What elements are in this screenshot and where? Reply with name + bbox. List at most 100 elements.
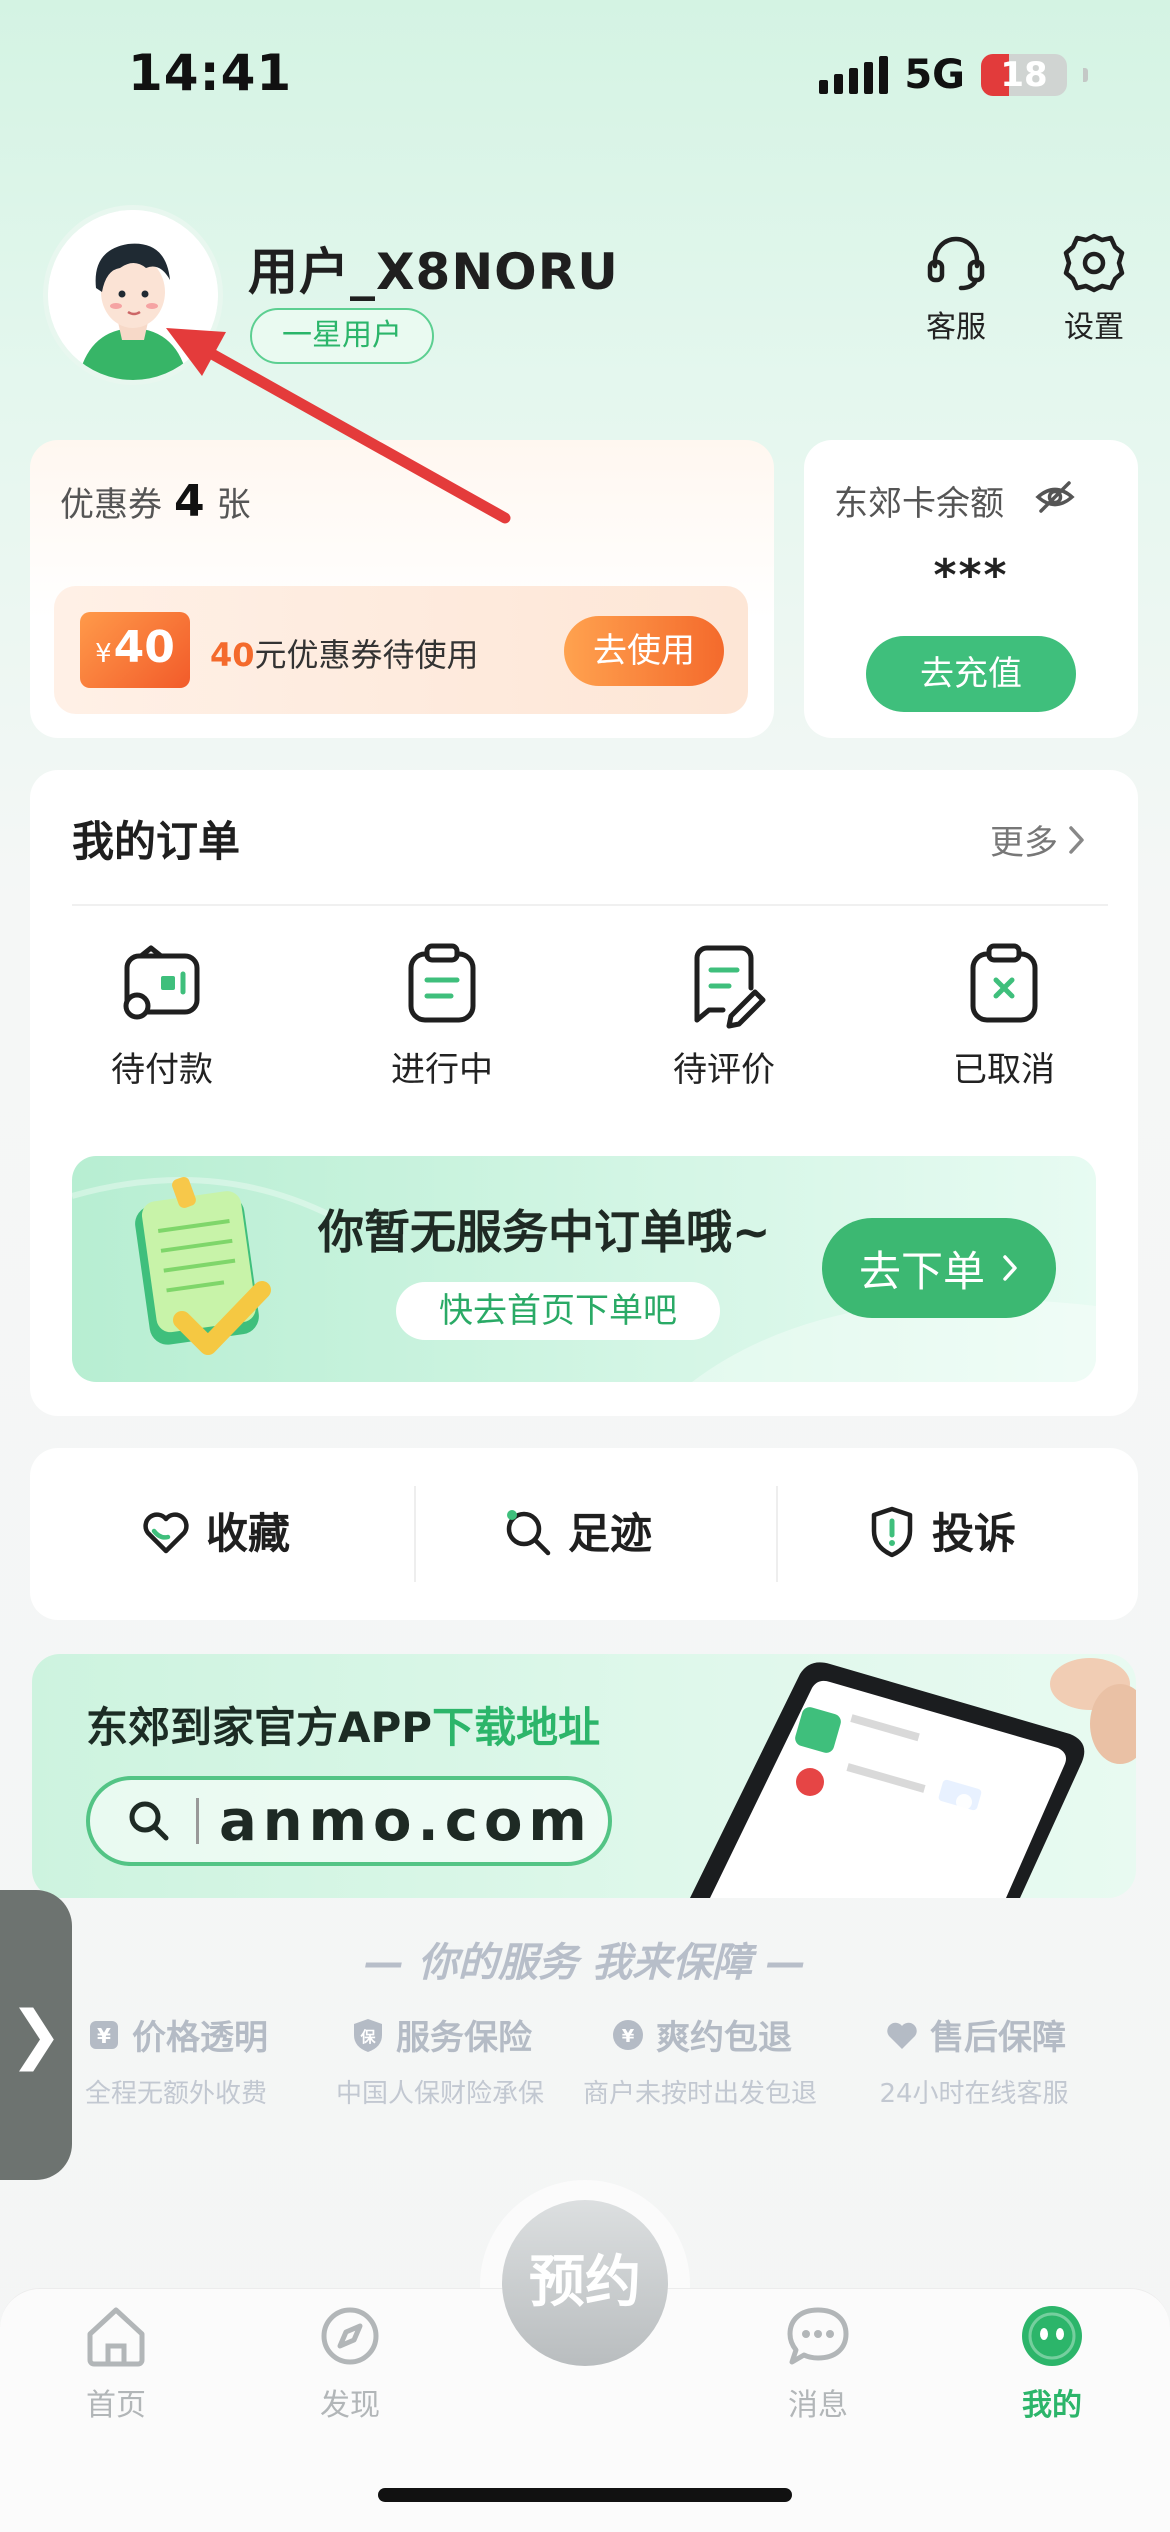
price-tag-icon: ¥ bbox=[90, 2020, 118, 2049]
home-indicator bbox=[378, 2488, 792, 2502]
balance-value: *** bbox=[933, 550, 1009, 601]
home-icon bbox=[87, 2307, 145, 2367]
compass-icon bbox=[321, 2307, 379, 2365]
nav-home[interactable]: 首页 bbox=[56, 2300, 176, 2424]
app-banner-title-highlight: 下载地址 bbox=[432, 1703, 601, 1752]
svg-text:¥: ¥ bbox=[622, 2026, 635, 2047]
heart-icon bbox=[143, 1511, 189, 1553]
order-in-progress[interactable]: 进行中 bbox=[342, 940, 542, 1091]
status-time: 14:41 bbox=[128, 44, 293, 102]
customer-service-label: 客服 bbox=[926, 310, 986, 345]
history-button[interactable]: 足迹 bbox=[500, 1500, 652, 1561]
coupon-desc-text: 元优惠券待使用 bbox=[254, 636, 479, 674]
order-pending-label: 待付款 bbox=[111, 1050, 213, 1090]
orders-more-link[interactable]: 更多 bbox=[990, 815, 1088, 864]
profile-face-icon bbox=[1022, 2306, 1082, 2366]
coupon-count: 4 bbox=[174, 476, 205, 527]
phone-mockup-illustration bbox=[690, 1658, 1136, 1898]
guarantee-item: ¥ 爽约包退 商户未按时出发包退 bbox=[570, 2010, 830, 2110]
guarantee-item: 售后保障 24小时在线客服 bbox=[844, 2010, 1104, 2110]
clipboard-icon bbox=[408, 943, 476, 1023]
favorites-label: 收藏 bbox=[206, 1509, 291, 1558]
coupon-desc-amount: 40 bbox=[210, 636, 255, 674]
complaint-button[interactable]: 投诉 bbox=[864, 1500, 1016, 1561]
chevron-right-icon bbox=[1069, 825, 1084, 854]
order-pending-payment[interactable]: 待付款 bbox=[62, 940, 262, 1091]
refund-coin-icon: ¥ bbox=[613, 2019, 643, 2050]
customer-service-button[interactable]: 客服 bbox=[906, 230, 1006, 346]
nav-messages[interactable]: 消息 bbox=[758, 2300, 878, 2424]
chat-bubble-icon bbox=[787, 2307, 849, 2365]
order-cancelled[interactable]: 已取消 bbox=[904, 940, 1104, 1091]
coupon-currency: ¥ bbox=[95, 639, 112, 669]
coupon-title: 优惠券 4 张 bbox=[60, 476, 251, 527]
coupon-unit: 张 bbox=[216, 485, 251, 525]
username: 用户_X8NORU bbox=[248, 243, 619, 301]
app-url-box: anmo.com bbox=[86, 1776, 612, 1866]
guarantee-item: 保 服务保险 中国人保财险承保 bbox=[310, 2010, 570, 2110]
search-icon bbox=[129, 1801, 169, 1841]
orders-more-label: 更多 bbox=[990, 823, 1058, 863]
eye-off-icon[interactable] bbox=[1034, 476, 1076, 518]
quick-divider bbox=[776, 1486, 778, 1582]
order-ongoing-label: 进行中 bbox=[391, 1050, 493, 1090]
guarantee-item-sub: 全程无额外收费 bbox=[84, 2079, 267, 2109]
coupon-description: 40元优惠券待使用 bbox=[210, 630, 479, 676]
review-edit-icon bbox=[694, 945, 766, 1029]
signal-icon bbox=[819, 56, 889, 94]
balance-label: 东郊卡余额 bbox=[834, 484, 1004, 524]
nav-home-label: 首页 bbox=[86, 2388, 146, 2423]
empty-orders-text: 你暂无服务中订单哦~ bbox=[318, 1205, 771, 1259]
place-order-button[interactable]: 去下单 bbox=[822, 1218, 1056, 1318]
wallet-icon bbox=[123, 945, 200, 1020]
guarantee-item-sub: 中国人保财险承保 bbox=[335, 2079, 544, 2109]
clipboard-cancel-icon bbox=[970, 943, 1038, 1023]
heart-support-icon bbox=[887, 2022, 917, 2049]
status-indicators: 5G 18 bbox=[819, 52, 1088, 98]
order-cancelled-label: 已取消 bbox=[953, 1050, 1055, 1090]
svg-text:保: 保 bbox=[359, 2028, 376, 2046]
guarantee-item-title: 价格透明 bbox=[132, 2018, 268, 2058]
history-label: 足迹 bbox=[568, 1509, 653, 1558]
order-review-label: 待评价 bbox=[673, 1050, 775, 1090]
app-url: anmo.com bbox=[219, 1788, 593, 1854]
guarantee-item: ¥ 价格透明 全程无额外收费 bbox=[46, 2010, 306, 2110]
recharge-button[interactable]: 去充值 bbox=[866, 636, 1076, 712]
svg-text:¥: ¥ bbox=[97, 2024, 111, 2048]
order-to-review[interactable]: 待评价 bbox=[624, 940, 824, 1091]
coupon-ticket: ¥ 40 bbox=[80, 612, 190, 688]
guarantee-item-sub: 24小时在线客服 bbox=[879, 2079, 1069, 2109]
user-level-badge: 一星用户 bbox=[250, 308, 434, 364]
insurance-shield-icon: 保 bbox=[354, 2018, 382, 2052]
empty-orders-illustration bbox=[135, 1176, 271, 1355]
quick-divider bbox=[414, 1486, 416, 1582]
use-coupon-button[interactable]: 去使用 bbox=[564, 616, 724, 686]
nav-discover[interactable]: 发现 bbox=[290, 2300, 410, 2424]
shield-alert-icon bbox=[871, 1506, 913, 1557]
settings-button[interactable]: 设置 bbox=[1044, 230, 1144, 346]
chevron-right-icon bbox=[1003, 1255, 1017, 1281]
orders-divider bbox=[72, 904, 1108, 906]
coupon-label: 优惠券 bbox=[60, 485, 162, 525]
app-banner-title-prefix: 东郊到家官方APP bbox=[86, 1703, 433, 1752]
settings-label: 设置 bbox=[1064, 310, 1124, 345]
app-banner-title: 东郊到家官方APP下载地址 bbox=[86, 1694, 600, 1755]
avatar[interactable] bbox=[48, 210, 218, 380]
empty-orders-subtext: 快去首页下单吧 bbox=[396, 1282, 720, 1340]
guarantee-item-title: 爽约包退 bbox=[656, 2018, 792, 2058]
gear-icon bbox=[1063, 233, 1125, 293]
guarantee-title: — 你的服务 我来保障 — bbox=[364, 1940, 806, 1986]
complaint-label: 投诉 bbox=[932, 1509, 1017, 1558]
nav-mine-label: 我的 bbox=[1022, 2388, 1082, 2423]
coupon-amount: 40 bbox=[113, 622, 175, 673]
nav-discover-label: 发现 bbox=[320, 2388, 380, 2423]
headset-icon bbox=[927, 236, 985, 291]
battery-level: 18 bbox=[1000, 55, 1048, 95]
favorites-button[interactable]: 收藏 bbox=[138, 1500, 290, 1561]
battery-icon: 18 bbox=[981, 54, 1067, 96]
guarantee-item-title: 售后保障 bbox=[930, 2018, 1066, 2058]
side-expand-handle[interactable]: ❯ bbox=[0, 1890, 72, 2180]
nav-mine[interactable]: 我的 bbox=[992, 2300, 1112, 2424]
book-button[interactable]: 预约 bbox=[502, 2200, 668, 2366]
footprint-icon bbox=[506, 1509, 551, 1555]
